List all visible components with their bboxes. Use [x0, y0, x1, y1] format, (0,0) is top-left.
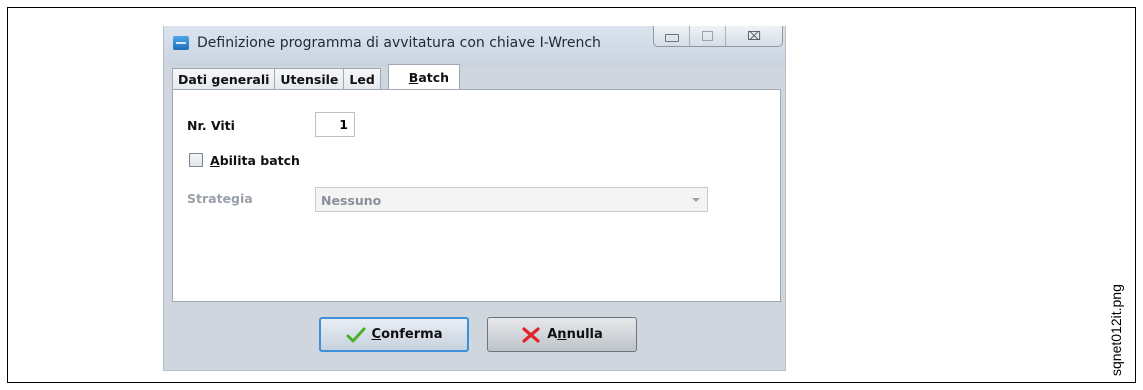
- maximize-button[interactable]: [690, 26, 726, 46]
- close-icon: ⌧: [747, 29, 761, 43]
- abilita-batch-text: bilita batch: [219, 153, 300, 168]
- window-controls: ⌧: [653, 26, 783, 47]
- tab-led[interactable]: Led: [343, 68, 381, 89]
- tab-dati-generali[interactable]: Dati generali: [172, 68, 276, 89]
- tab-batch-label: atch: [418, 69, 450, 85]
- cancel-mnemonic: n: [557, 327, 567, 342]
- close-button[interactable]: ⌧: [726, 26, 782, 46]
- strategia-value: Nessuno: [321, 193, 382, 208]
- confirm-mnemonic: C: [371, 327, 382, 342]
- check-icon: [346, 327, 366, 342]
- confirm-button[interactable]: Conferma: [319, 317, 469, 352]
- strategia-select[interactable]: Nessuno: [315, 187, 708, 212]
- cancel-button[interactable]: Annulla: [487, 317, 637, 352]
- image-caption: sqnet012it.png: [1108, 284, 1124, 376]
- dialog-window: Definizione programma di avvitatura con …: [163, 26, 786, 371]
- nr-viti-label: Nr. Viti: [187, 118, 235, 133]
- cancel-label: nulla: [566, 327, 603, 342]
- app-icon: [173, 36, 189, 50]
- tab-batch-mnemonic: B: [408, 69, 419, 85]
- maximize-icon: [702, 31, 713, 41]
- abilita-batch-label[interactable]: Abilita batch: [210, 153, 300, 168]
- tab-utensile[interactable]: Utensile: [274, 68, 345, 89]
- minimize-button[interactable]: [654, 26, 690, 46]
- tab-batch[interactable]: Batch: [387, 64, 461, 89]
- minimize-icon: [664, 34, 679, 42]
- title-bar: Definizione programma di avvitatura con …: [164, 26, 785, 66]
- tab-strip: Dati generali Utensile Led Batch: [172, 64, 461, 89]
- confirm-label: onferma: [381, 327, 443, 342]
- batch-panel: Nr. Viti 1 Abilita batch Strategia Nessu…: [172, 89, 781, 302]
- abilita-batch-mnemonic: A: [210, 153, 220, 168]
- nr-viti-input[interactable]: 1: [315, 112, 355, 137]
- window-title: Definizione programma di avvitatura con …: [197, 35, 601, 51]
- close-x-icon: [522, 326, 540, 343]
- strategia-label: Strategia: [187, 191, 253, 206]
- abilita-batch-checkbox[interactable]: [189, 153, 203, 167]
- chevron-down-icon: [692, 198, 700, 202]
- cancel-first-letter: A: [547, 327, 558, 342]
